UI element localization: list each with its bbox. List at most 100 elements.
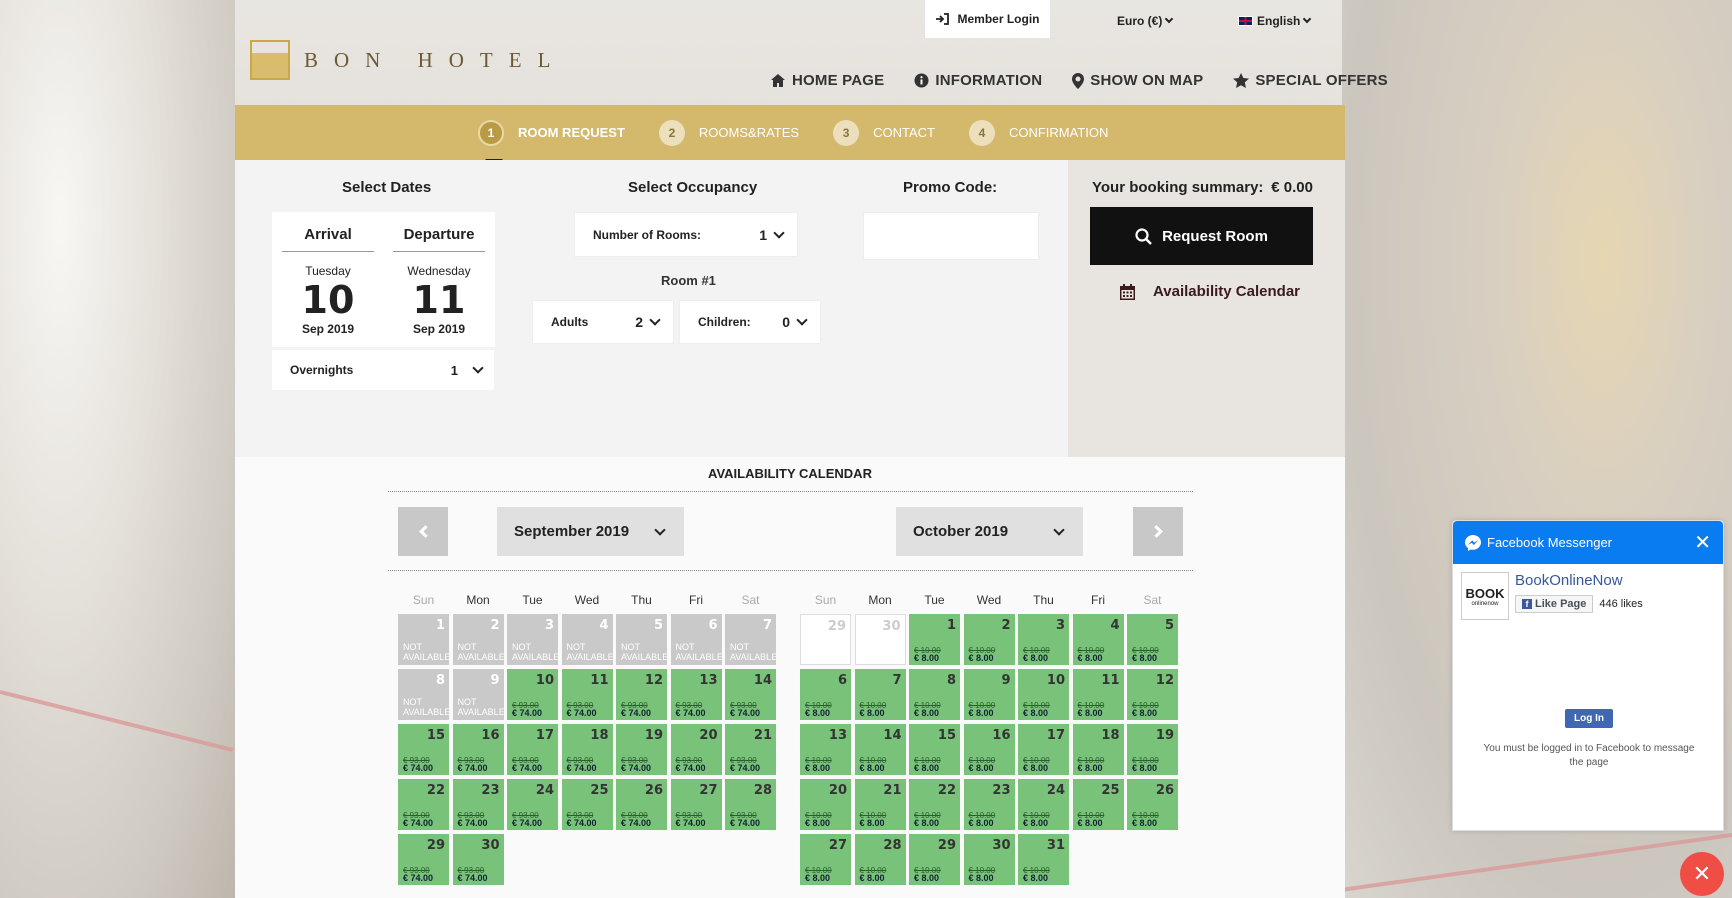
calendar-day-available[interactable]: 30 € 10.00 € 8.00 <box>963 834 1015 885</box>
arrival-date-box[interactable]: Arrival Tuesday 10 Sep 2019 <box>272 212 384 347</box>
weekday-label: Mon <box>466 593 490 607</box>
step-contact[interactable]: 3 CONTACT <box>833 119 935 146</box>
not-available-label: NOT AVAILABLE <box>457 697 504 717</box>
calendar-day-available[interactable]: 29 € 93.00 € 74.00 <box>398 834 449 885</box>
price: € 8.00 <box>914 708 940 718</box>
step-rooms-rates[interactable]: 2 ROOMS&RATES <box>658 119 799 146</box>
calendar-day-available[interactable]: 18 € 93.00 € 74.00 <box>561 724 613 775</box>
calendar-day-available[interactable]: 20 € 10.00 € 8.00 <box>800 779 851 830</box>
calendar-day-available[interactable]: 7 € 10.00 € 8.00 <box>854 669 906 720</box>
currency-select[interactable]: Euro (€) <box>1117 14 1174 28</box>
nav-special-offers[interactable]: SPECIAL OFFERS <box>1233 72 1388 89</box>
calendar-day-available[interactable]: 26 € 93.00 € 74.00 <box>616 779 667 830</box>
calendar-day-available[interactable]: 19 € 10.00 € 8.00 <box>1127 724 1178 775</box>
step-confirmation[interactable]: 4 CONFIRMATION <box>968 119 1108 146</box>
calendar-day-available[interactable]: 18 € 10.00 € 8.00 <box>1072 724 1124 775</box>
calendar-day-available[interactable]: 31 € 10.00 € 8.00 <box>1018 834 1069 885</box>
calendar-day-available[interactable]: 23 € 93.00 € 74.00 <box>452 779 504 830</box>
day-number: 25 <box>1101 783 1120 798</box>
day-number: 20 <box>828 783 847 798</box>
day-number: 29 <box>426 838 445 853</box>
calendar-day-available[interactable]: 4 € 10.00 € 8.00 <box>1072 614 1124 665</box>
calendar-day-available[interactable]: 22 € 10.00 € 8.00 <box>909 779 960 830</box>
calendar-day-available[interactable]: 21 € 10.00 € 8.00 <box>854 779 906 830</box>
nav-home-page[interactable]: HOME PAGE <box>770 72 884 89</box>
calendar-day-available[interactable]: 10 € 93.00 € 74.00 <box>507 669 558 720</box>
calendar-day-available[interactable]: 27 € 10.00 € 8.00 <box>800 834 851 885</box>
close-messenger-button[interactable]: ✕ <box>1680 852 1724 896</box>
calendar-day-available[interactable]: 3 € 10.00 € 8.00 <box>1018 614 1069 665</box>
right-month-select[interactable]: October 2019 <box>896 507 1083 556</box>
language-select[interactable]: English <box>1238 14 1312 28</box>
calendar-day-available[interactable]: 20 € 93.00 € 74.00 <box>670 724 722 775</box>
member-login-label: Member Login <box>957 12 1040 26</box>
hotel-logo[interactable]: BON HOTEL <box>250 40 566 80</box>
arrival-weekday: Tuesday <box>305 264 351 278</box>
calendar-day-available[interactable]: 25 € 93.00 € 74.00 <box>561 779 613 830</box>
calendar-day-available[interactable]: 28 € 93.00 € 74.00 <box>725 779 776 830</box>
number-of-rooms-select[interactable]: Number of Rooms: 1 <box>574 212 798 257</box>
nav-information[interactable]: INFORMATION <box>914 72 1042 89</box>
member-login-button[interactable]: Member Login <box>925 0 1050 38</box>
calendar-day-available[interactable]: 9 € 10.00 € 8.00 <box>963 669 1015 720</box>
calendar-day-available[interactable]: 19 € 93.00 € 74.00 <box>616 724 667 775</box>
calendar-day-available[interactable]: 26 € 10.00 € 8.00 <box>1127 779 1178 830</box>
calendar-day-available[interactable]: 16 € 10.00 € 8.00 <box>963 724 1015 775</box>
calendar-day-available[interactable]: 27 € 93.00 € 74.00 <box>670 779 722 830</box>
left-month-select[interactable]: September 2019 <box>497 507 684 556</box>
facebook-login-button[interactable]: Log In <box>1565 709 1613 728</box>
calendar-day-available[interactable]: 22 € 93.00 € 74.00 <box>398 779 449 830</box>
calendar-day-available[interactable]: 14 € 93.00 € 74.00 <box>725 669 776 720</box>
calendar-day-available[interactable]: 8 € 10.00 € 8.00 <box>909 669 960 720</box>
calendar-day-available[interactable]: 24 € 93.00 € 74.00 <box>507 779 558 830</box>
promo-code-input[interactable] <box>863 212 1039 260</box>
calendar-day-available[interactable]: 13 € 93.00 € 74.00 <box>670 669 722 720</box>
calendar-day-available[interactable]: 6 € 10.00 € 8.00 <box>800 669 851 720</box>
calendar-day-available[interactable]: 1 € 10.00 € 8.00 <box>909 614 960 665</box>
calendar-day-available[interactable]: 17 € 93.00 € 74.00 <box>507 724 558 775</box>
calendar-day-available[interactable]: 2 € 10.00 € 8.00 <box>963 614 1015 665</box>
september-calendar: Sun Mon Tue Wed Thu Fri Sat 1 NOT AVAILABLE 2 NOT… <box>398 593 778 885</box>
calendar-day-available[interactable]: 12 € 93.00 € 74.00 <box>616 669 667 720</box>
calendar-day-available[interactable]: 13 € 10.00 € 8.00 <box>800 724 851 775</box>
nav-show-on-map[interactable]: SHOW ON MAP <box>1072 72 1203 89</box>
availability-calendar-link[interactable]: Availability Calendar <box>1120 283 1300 300</box>
logo-sub-text: onlinenow <box>1471 600 1499 607</box>
calendar-day-available[interactable]: 15 € 10.00 € 8.00 <box>909 724 960 775</box>
select-occupancy-title: Select Occupancy <box>628 179 758 196</box>
price: € 74.00 <box>730 708 761 718</box>
calendar-day-available[interactable]: 15 € 93.00 € 74.00 <box>398 724 449 775</box>
calendar-day-available[interactable]: 11 € 93.00 € 74.00 <box>561 669 613 720</box>
calendar-prev-button[interactable] <box>398 507 448 556</box>
calendar-day-available[interactable]: 21 € 93.00 € 74.00 <box>725 724 776 775</box>
calendar-day-available[interactable]: 10 € 10.00 € 8.00 <box>1018 669 1069 720</box>
departure-date-box[interactable]: Departure Wednesday 11 Sep 2019 <box>383 212 495 347</box>
facebook-page-name[interactable]: BookOnlineNow <box>1515 572 1643 589</box>
calendar-day-available[interactable]: 23 € 10.00 € 8.00 <box>963 779 1015 830</box>
calendar-day-available[interactable]: 24 € 10.00 € 8.00 <box>1018 779 1069 830</box>
children-select[interactable]: Children: 0 <box>679 300 821 344</box>
calendar-day-available[interactable]: 28 € 10.00 € 8.00 <box>854 834 906 885</box>
step-room-request[interactable]: 1 ROOM REQUEST <box>478 119 625 146</box>
calendar-day-available[interactable]: 29 € 10.00 € 8.00 <box>909 834 960 885</box>
bookonlinenow-logo[interactable]: BOOK onlinenow <box>1461 572 1509 620</box>
calendar-day-available[interactable]: 25 € 10.00 € 8.00 <box>1072 779 1124 830</box>
messenger-title: Facebook Messenger <box>1487 535 1613 550</box>
like-page-button[interactable]: f Like Page <box>1515 595 1594 613</box>
overnights-select[interactable]: Overnights 1 <box>272 350 494 390</box>
calendar-day-available[interactable]: 30 € 93.00 € 74.00 <box>452 834 504 885</box>
calendar-day-available[interactable]: 5 € 10.00 € 8.00 <box>1127 614 1178 665</box>
calendar-day-available[interactable]: 16 € 93.00 € 74.00 <box>452 724 504 775</box>
request-room-button[interactable]: Request Room <box>1090 207 1313 265</box>
children-value: 0 <box>782 314 790 330</box>
day-number: 27 <box>699 783 718 798</box>
calendar-day-available[interactable]: 14 € 10.00 € 8.00 <box>854 724 906 775</box>
calendar-day-available[interactable]: 11 € 10.00 € 8.00 <box>1072 669 1124 720</box>
children-label: Children: <box>698 315 751 329</box>
calendar-next-button[interactable] <box>1133 507 1183 556</box>
adults-select[interactable]: Adults 2 <box>532 300 674 344</box>
calendar-day-available[interactable]: 17 € 10.00 € 8.00 <box>1018 724 1069 775</box>
calendar-day-available[interactable]: 12 € 10.00 € 8.00 <box>1127 669 1178 720</box>
day-number: 3 <box>1055 618 1065 633</box>
close-icon[interactable]: ✕ <box>1694 530 1711 555</box>
